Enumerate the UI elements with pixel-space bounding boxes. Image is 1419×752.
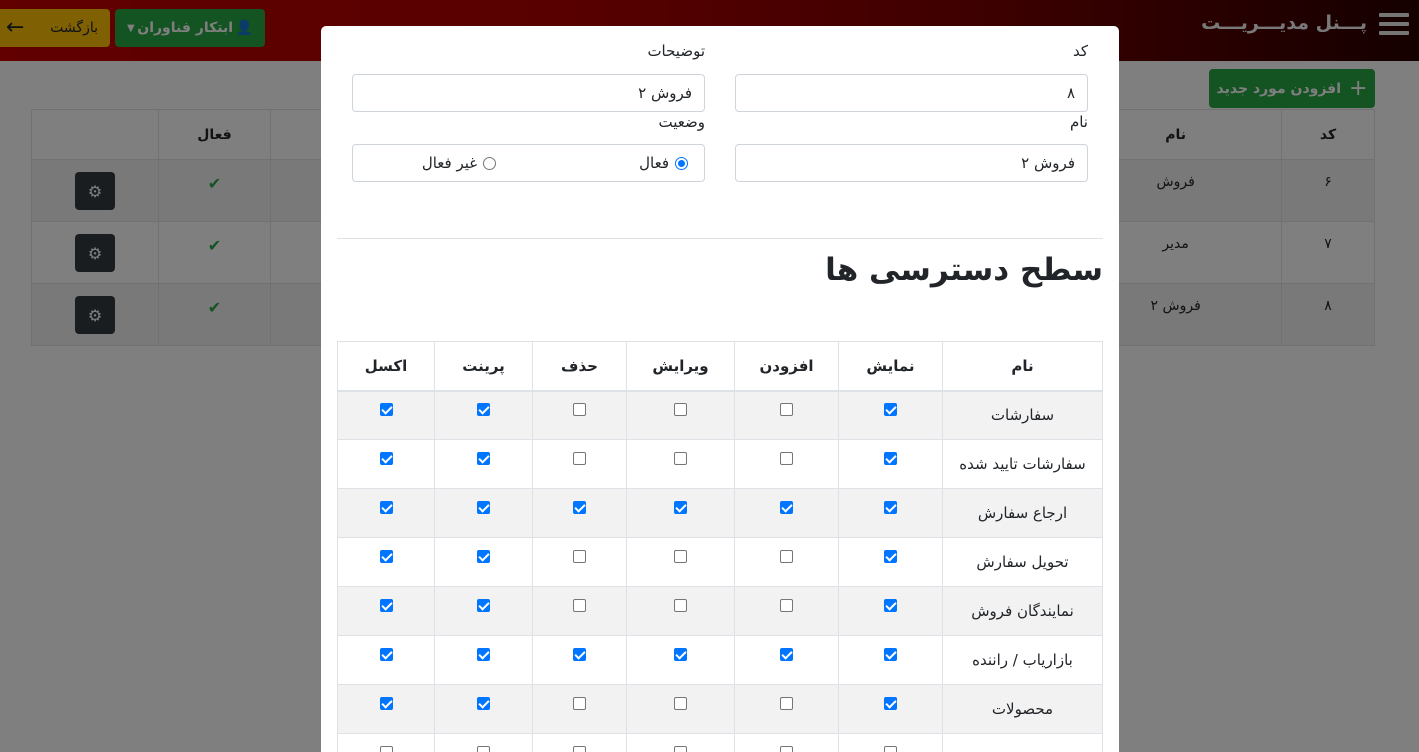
checkbox-print[interactable] xyxy=(477,746,490,752)
status-active-label: فعال xyxy=(639,154,669,172)
radio-active[interactable] xyxy=(675,156,688,170)
checkbox-excel[interactable] xyxy=(379,452,393,465)
access-level-title: سطح دسترسی ها xyxy=(825,252,1103,288)
checkbox-add[interactable] xyxy=(780,697,793,710)
checkbox-print[interactable] xyxy=(477,599,490,612)
permission-name: نمایندگان فروش xyxy=(942,586,1103,636)
checkbox-print[interactable] xyxy=(477,648,490,661)
checkbox-add[interactable] xyxy=(780,599,793,612)
perm-header-delete: حذف xyxy=(532,341,627,392)
checkbox-print[interactable] xyxy=(477,550,490,563)
permission-row: محصولات xyxy=(337,684,1103,734)
checkbox-edit[interactable] xyxy=(674,550,687,563)
permission-row: بازاریاب / راننده xyxy=(337,635,1103,685)
perm-header-add: افزودن xyxy=(734,341,839,392)
checkbox-print[interactable] xyxy=(477,452,490,465)
checkbox-delete[interactable] xyxy=(573,501,586,514)
permission-name: سفارشات xyxy=(942,390,1103,440)
checkbox-view[interactable] xyxy=(884,550,897,563)
permission-row: نمایندگان فروش xyxy=(337,586,1103,636)
checkbox-edit[interactable] xyxy=(674,648,687,661)
perm-header-edit: ویرایش xyxy=(626,341,735,392)
description-group: توضیحات فروش ۲ xyxy=(352,42,705,112)
permission-row: سفارشات xyxy=(337,390,1103,440)
checkbox-delete[interactable] xyxy=(573,648,586,661)
checkbox-excel[interactable] xyxy=(379,550,393,563)
checkbox-edit[interactable] xyxy=(674,599,687,612)
perm-header-print: پرینت xyxy=(434,341,533,392)
permissions-table: نام نمایش افزودن ویرایش حذف پرینت اکسل س… xyxy=(337,341,1103,752)
description-label: توضیحات xyxy=(647,42,705,60)
status-inactive-option[interactable]: غیر فعال xyxy=(421,154,497,172)
checkbox-add[interactable] xyxy=(780,746,793,752)
divider xyxy=(337,238,1103,239)
checkbox-excel[interactable] xyxy=(379,501,393,514)
name-group: نام فروش ۲ xyxy=(735,113,1088,183)
checkbox-view[interactable] xyxy=(884,746,897,752)
permission-name: محصولات xyxy=(942,684,1103,734)
perm-header-name: نام xyxy=(942,341,1103,392)
code-group: کد ۸ xyxy=(735,42,1088,112)
status-radio-group: فعال غیر فعال xyxy=(352,144,705,182)
checkbox-excel[interactable] xyxy=(379,599,393,612)
code-label: کد xyxy=(1072,42,1088,60)
checkbox-excel[interactable] xyxy=(379,746,393,752)
checkbox-print[interactable] xyxy=(477,501,490,514)
name-label: نام xyxy=(1069,113,1088,131)
radio-inactive[interactable] xyxy=(483,156,497,170)
perm-header-view: نمایش xyxy=(838,341,943,392)
status-inactive-label: غیر فعال xyxy=(421,154,478,172)
permission-row xyxy=(337,733,1103,752)
permission-row: سفارشات تایید شده xyxy=(337,439,1103,489)
checkbox-edit[interactable] xyxy=(674,501,687,514)
name-input[interactable]: فروش ۲ xyxy=(735,144,1088,182)
checkbox-excel[interactable] xyxy=(379,697,393,710)
status-active-option[interactable]: فعال xyxy=(639,154,688,172)
permission-row: ارجاع سفارش xyxy=(337,488,1103,538)
checkbox-delete[interactable] xyxy=(573,403,586,417)
checkbox-delete[interactable] xyxy=(573,550,586,563)
checkbox-delete[interactable] xyxy=(573,452,586,465)
checkbox-view[interactable] xyxy=(884,403,897,417)
checkbox-view[interactable] xyxy=(884,697,897,710)
status-label: وضعیت xyxy=(658,113,705,131)
permission-name: ارجاع سفارش xyxy=(942,488,1103,538)
checkbox-delete[interactable] xyxy=(573,599,586,612)
checkbox-print[interactable] xyxy=(477,403,490,417)
checkbox-add[interactable] xyxy=(780,501,793,514)
checkbox-view[interactable] xyxy=(884,501,897,514)
code-input[interactable]: ۸ xyxy=(735,74,1088,112)
checkbox-view[interactable] xyxy=(884,452,897,465)
permission-name: سفارشات تایید شده xyxy=(942,439,1103,489)
checkbox-add[interactable] xyxy=(780,403,793,417)
checkbox-add[interactable] xyxy=(780,550,793,563)
checkbox-edit[interactable] xyxy=(674,403,687,417)
checkbox-view[interactable] xyxy=(884,648,897,661)
checkbox-edit[interactable] xyxy=(674,452,687,465)
permission-row: تحویل سفارش xyxy=(337,537,1103,587)
description-input[interactable]: فروش ۲ xyxy=(352,74,705,112)
checkbox-edit[interactable] xyxy=(674,746,687,752)
perm-header-excel: اکسل xyxy=(337,341,435,392)
checkbox-print[interactable] xyxy=(477,697,490,710)
permission-name xyxy=(942,733,1103,752)
checkbox-edit[interactable] xyxy=(674,697,687,710)
checkbox-excel[interactable] xyxy=(379,403,393,417)
checkbox-excel[interactable] xyxy=(379,648,393,661)
edit-role-modal: کد ۸ توضیحات فروش ۲ نام فروش ۲ وضعیت فعا… xyxy=(321,26,1119,752)
checkbox-view[interactable] xyxy=(884,599,897,612)
checkbox-add[interactable] xyxy=(780,648,793,661)
checkbox-add[interactable] xyxy=(780,452,793,465)
checkbox-delete[interactable] xyxy=(573,746,586,752)
permission-name: بازاریاب / راننده xyxy=(942,635,1103,685)
permission-name: تحویل سفارش xyxy=(942,537,1103,587)
checkbox-delete[interactable] xyxy=(573,697,586,710)
status-group: وضعیت فعال غیر فعال xyxy=(352,113,705,183)
